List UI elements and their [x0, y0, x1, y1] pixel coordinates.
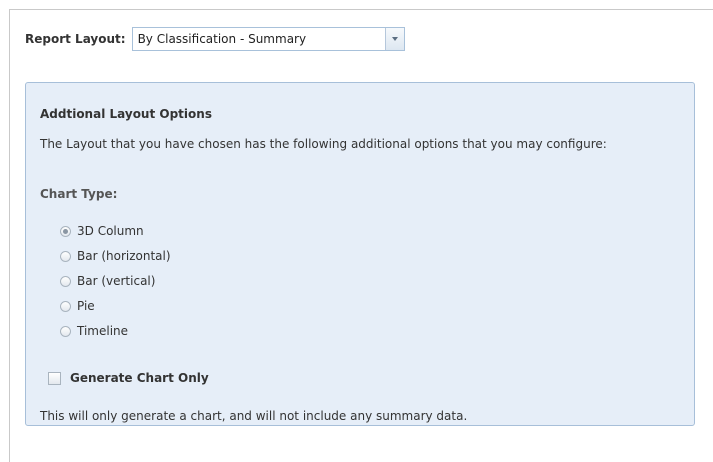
report-layout-selected-value: By Classification - Summary: [137, 32, 307, 46]
radio-label-bar-vertical: Bar (vertical): [77, 274, 156, 288]
radio-button-3d-column[interactable]: [60, 225, 71, 237]
radio-button-pie[interactable]: [60, 300, 71, 312]
radio-option-pie[interactable]: Pie: [60, 297, 95, 315]
generate-chart-only-option[interactable]: Generate Chart Only: [48, 369, 209, 387]
report-layout-select[interactable]: By Classification - Summary: [131, 27, 405, 51]
chart-type-label: Chart Type:: [40, 187, 118, 201]
radio-button-timeline[interactable]: [60, 325, 71, 337]
radio-label-bar-horizontal: Bar (horizontal): [77, 249, 171, 263]
radio-option-timeline[interactable]: Timeline: [60, 322, 128, 340]
report-layout-label: Report Layout:: [25, 32, 126, 46]
radio-label-3d-column: 3D Column: [77, 224, 144, 238]
generate-chart-only-label: Generate Chart Only: [70, 371, 209, 385]
panel-title: Addtional Layout Options: [40, 107, 212, 121]
radio-label-timeline: Timeline: [77, 324, 129, 338]
generate-chart-only-note: This will only generate a chart, and wil…: [40, 409, 468, 423]
report-layout-row: Report Layout: By Classification - Summa…: [25, 26, 405, 52]
panel-description: The Layout that you have chosen has the …: [40, 137, 607, 151]
radio-button-bar-horizontal[interactable]: [60, 250, 71, 262]
additional-layout-options-panel: Addtional Layout Options The Layout that…: [25, 82, 695, 426]
radio-option-3d-column[interactable]: 3D Column: [60, 222, 144, 240]
radio-option-bar-horizontal[interactable]: Bar (horizontal): [60, 247, 171, 265]
radio-button-bar-vertical[interactable]: [60, 275, 71, 287]
generate-chart-only-checkbox[interactable]: [48, 371, 61, 385]
chevron-down-icon[interactable]: [384, 28, 404, 50]
radio-label-pie: Pie: [77, 299, 95, 313]
radio-option-bar-vertical[interactable]: Bar (vertical): [60, 272, 155, 290]
